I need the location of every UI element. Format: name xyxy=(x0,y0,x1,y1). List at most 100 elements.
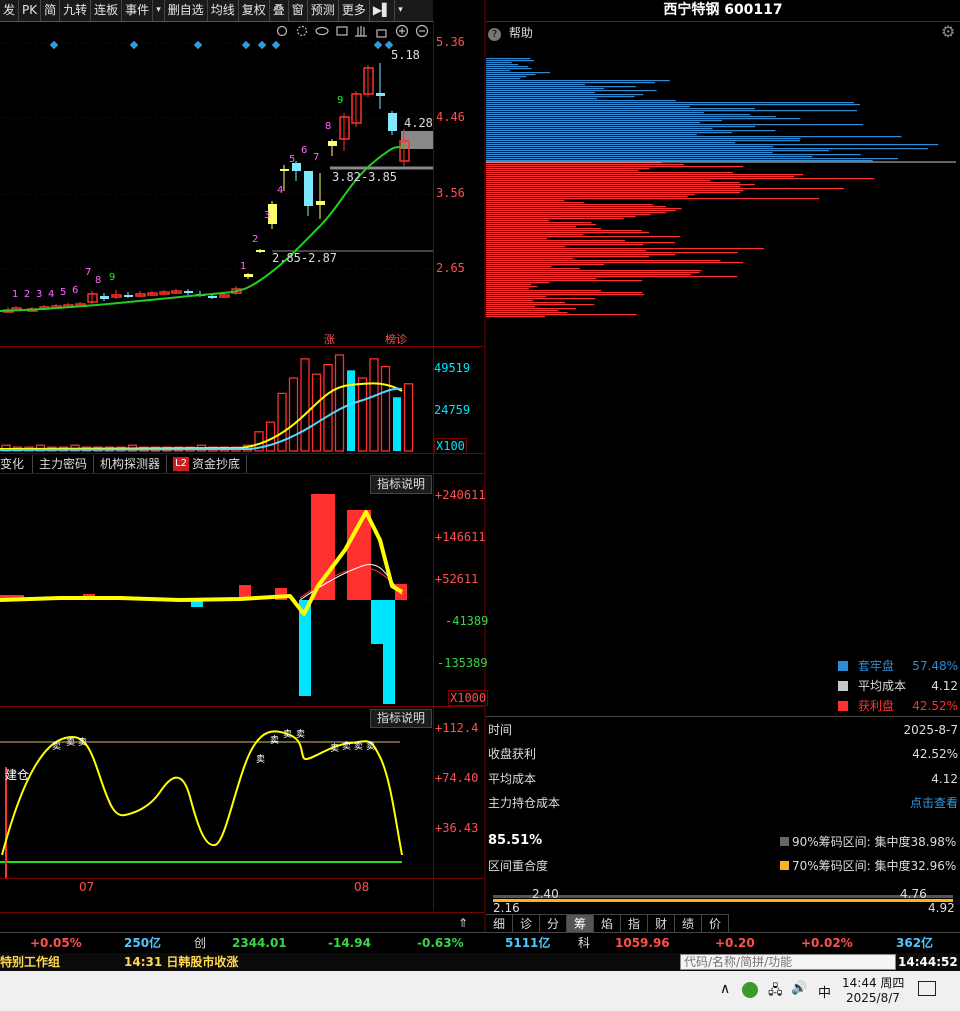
toolbar-item-window[interactable]: 窗 xyxy=(289,0,308,21)
svg-text:卖: 卖 xyxy=(52,741,61,752)
chip-bar xyxy=(486,98,598,100)
toolbar-dropdown[interactable]: ▾ xyxy=(153,0,165,21)
notification-icon[interactable] xyxy=(918,981,936,996)
volume-ma-yellow xyxy=(0,382,403,450)
chip-bar xyxy=(486,156,813,158)
toolbar-item-jiuzhuan[interactable]: 九转 xyxy=(60,0,92,21)
toolbar-item-delete-favorite[interactable]: 删自选 xyxy=(165,0,208,21)
ticker-index-chuang[interactable]: 创 xyxy=(194,933,206,954)
toolbar-item-fa[interactable]: 发 xyxy=(0,0,20,21)
capital-flow-yellow-line xyxy=(0,510,404,616)
tab-cai[interactable]: 财 xyxy=(648,915,675,933)
overlap-label: 区间重合度 xyxy=(488,859,549,873)
chip-bar xyxy=(486,174,804,176)
price-mark-range-b: 2.85-2.87 xyxy=(272,251,337,265)
legend-profit-swatch xyxy=(838,701,848,711)
volume-bar xyxy=(334,354,345,452)
chip-bar xyxy=(486,134,697,136)
chip-bar xyxy=(486,204,654,206)
toolbar-item-ma[interactable]: 均线 xyxy=(208,0,239,21)
oscillator-chart[interactable]: 卖卖卖 卖卖卖卖 卖卖卖卖 建仓 xyxy=(0,707,433,878)
chip-bar xyxy=(486,132,733,134)
signal-diamonds xyxy=(49,40,394,50)
tab-zhen[interactable]: 诊 xyxy=(513,915,540,933)
toolbar-item-fuquan[interactable]: 复权 xyxy=(239,0,270,21)
tab-chou[interactable]: 筹 xyxy=(567,915,594,933)
current-price-box xyxy=(401,131,433,149)
x-axis-label-08: 08 xyxy=(354,880,370,894)
count-label: 3 xyxy=(36,289,42,300)
toolbar-dropdown-2[interactable]: ▾ xyxy=(395,0,406,21)
volume-chart[interactable] xyxy=(0,347,433,453)
chip-bar xyxy=(486,292,643,294)
toolbar-expand-icon[interactable]: ▶▌ xyxy=(370,0,396,21)
tab-zhi[interactable]: 指 xyxy=(621,915,648,933)
code-search-input[interactable] xyxy=(680,954,896,970)
scroll-up-icon[interactable]: ⇑ xyxy=(458,916,468,930)
toolbar-item-more[interactable]: 更多 xyxy=(339,0,370,21)
chip-bar xyxy=(486,214,651,216)
chip-bar xyxy=(486,224,597,226)
range-bottom-right: 4.92 xyxy=(928,901,955,915)
volume-icon[interactable]: 🔊 xyxy=(791,981,807,996)
chip-bar xyxy=(486,252,738,254)
tab-zhuli-mima[interactable]: 主力密码 xyxy=(33,454,95,473)
ticker-index-ke[interactable]: 科 xyxy=(578,933,590,954)
network-icon[interactable]: 🖧 xyxy=(768,981,783,1003)
range90-swatch xyxy=(780,837,789,846)
toolbar-item-lianban[interactable]: 连板 xyxy=(91,0,123,21)
range-bottom-left: 2.16 xyxy=(493,901,520,915)
price-chart[interactable]: 1 2 3 4 5 678 9123456789 5.18 4.28 3.82-3.85 2… xyxy=(0,21,433,346)
tab-xi[interactable]: 细 xyxy=(486,915,513,933)
tag-bangzhen: 榜诊 xyxy=(385,332,407,346)
suitcase-icon[interactable] xyxy=(336,26,348,36)
chip-bar xyxy=(486,124,864,126)
settings-gear-icon[interactable]: ⚙ xyxy=(941,22,955,41)
candle-body xyxy=(316,201,325,205)
chart-icon-row xyxy=(276,24,429,38)
svg-text:卖: 卖 xyxy=(330,743,339,754)
tray-chevron-up-icon[interactable]: ∧ xyxy=(720,981,730,997)
capital-flow-chart[interactable] xyxy=(0,474,433,706)
price-mark-last: 4.28 xyxy=(404,116,433,130)
ime-indicator[interactable]: 中 xyxy=(818,982,831,1001)
stock-title: 西宁特钢 600117 xyxy=(486,0,960,22)
tab-ji[interactable]: 绩 xyxy=(675,915,702,933)
tab-jia[interactable]: 价 xyxy=(702,915,729,933)
stat-row-main-cost: 主力持仓成本 点击查看 xyxy=(488,791,958,815)
taskbar-time[interactable]: 14:44 周四 xyxy=(842,974,904,991)
chip-bar xyxy=(486,184,755,186)
tab-bianhua[interactable]: 变化 xyxy=(0,454,34,473)
signal-diamond xyxy=(241,40,251,50)
eye-dots-icon[interactable] xyxy=(296,25,308,37)
eye-icon[interactable] xyxy=(315,26,329,36)
hand-icon[interactable] xyxy=(355,26,367,37)
index-ticker: +0.05% 250亿 创 2344.01 -14.94 -0.63% 5111… xyxy=(0,932,960,954)
view-main-cost-link[interactable]: 点击查看 xyxy=(910,791,958,815)
toolbar-item-jian[interactable]: 简 xyxy=(41,0,61,21)
toolbar-item-overlay[interactable]: 叠 xyxy=(270,0,289,21)
help-label[interactable]: 帮助 xyxy=(509,26,533,40)
toolbar-item-pk[interactable]: PK xyxy=(19,0,42,21)
tab-zijin-chaodi[interactable]: 资金抄底 xyxy=(189,454,247,473)
tab-yan[interactable]: 焰 xyxy=(594,915,621,933)
signal-diamond xyxy=(373,40,383,50)
gear-icon[interactable] xyxy=(276,25,288,37)
chip-bar xyxy=(486,190,744,192)
toolbar-item-forecast[interactable]: 预测 xyxy=(308,0,339,21)
svg-text:卖: 卖 xyxy=(256,754,265,765)
news-item-right[interactable]: 14:31 日韩股市收涨 xyxy=(124,953,238,971)
chip-bar xyxy=(486,104,860,106)
toolbar-item-shijian[interactable]: 事件 xyxy=(122,0,154,21)
tab-jigou-tanceqi[interactable]: 机构探测器 xyxy=(94,454,168,473)
news-item-left[interactable]: 特别工作组 xyxy=(0,953,60,971)
lock-icon[interactable] xyxy=(376,29,387,38)
signal-diamond xyxy=(257,40,267,50)
candle-body xyxy=(256,250,265,252)
tray-app-icon[interactable] xyxy=(742,982,758,998)
tab-fen[interactable]: 分 xyxy=(540,915,567,933)
signal-diamond xyxy=(271,40,281,50)
taskbar-date[interactable]: 2025/8/7 xyxy=(846,991,900,1005)
legend-trapped: 套牢盘 57.48% xyxy=(838,656,958,676)
volume-ylabel-2: 24759 xyxy=(434,403,471,417)
